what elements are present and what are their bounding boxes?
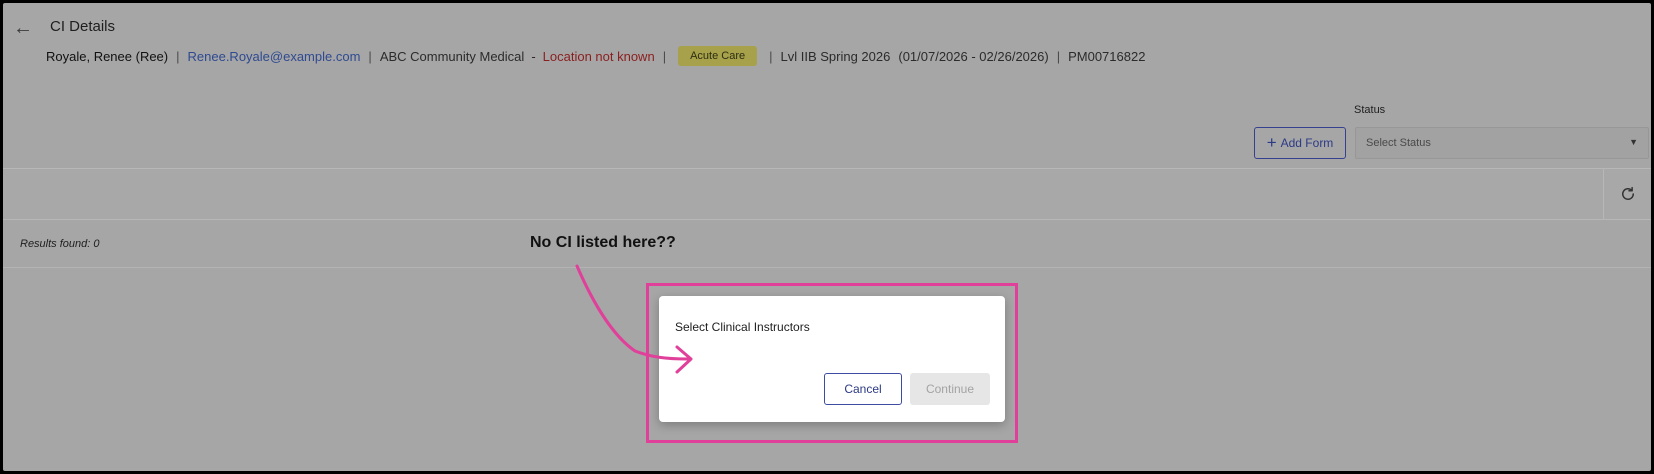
select-clinical-instructors-modal: Select Clinical Instructors Cancel Conti… [659, 296, 1005, 422]
back-arrow-icon[interactable]: ← [13, 17, 33, 40]
separator: | [176, 48, 180, 64]
status-select[interactable]: Select Status ▼ [1355, 127, 1649, 159]
plus-icon: + [1266, 133, 1277, 152]
annotation-text: No CI listed here?? [530, 234, 676, 251]
modal-title: Select Clinical Instructors [675, 320, 810, 334]
placement-id: PM00716822 [1068, 48, 1146, 64]
cancel-button[interactable]: Cancel [824, 373, 902, 405]
filter-toolbar [3, 168, 1651, 220]
site-name: ABC Community Medical [379, 48, 525, 64]
refresh-icon [1621, 186, 1634, 200]
status-select-placeholder: Select Status [1366, 137, 1431, 149]
course-name: Lvl IIB Spring 2026 [780, 48, 891, 64]
continue-button: Continue [910, 373, 990, 405]
separator: | [1056, 48, 1061, 64]
placement-info-line: Royale, Renee (Ree) | Renee.Royale@examp… [46, 46, 1145, 66]
results-count: Results found: 0 [20, 238, 100, 250]
student-name: Royale, Renee (Ree) [46, 48, 169, 64]
refresh-button[interactable] [1603, 169, 1651, 219]
dash: - [531, 48, 536, 64]
course-dates: (01/07/2026 - 02/26/2026) [898, 48, 1049, 64]
separator: | [368, 48, 372, 64]
add-form-button[interactable]: + Add Form [1254, 127, 1346, 159]
separator: | [662, 48, 667, 64]
page-title: CI Details [50, 18, 116, 35]
student-email-link[interactable]: Renee.Royale@example.com [188, 49, 361, 64]
setting-badge: Acute Care [678, 46, 758, 66]
location-status: Location not known [542, 48, 655, 64]
add-form-label: Add Form [1280, 136, 1334, 150]
caret-down-icon: ▼ [1629, 137, 1638, 147]
app-window: ← CI Details Royale, Renee (Ree) | Renee… [3, 3, 1651, 471]
divider [3, 267, 1651, 268]
separator: | [769, 48, 773, 64]
status-label: Status [1354, 104, 1386, 116]
